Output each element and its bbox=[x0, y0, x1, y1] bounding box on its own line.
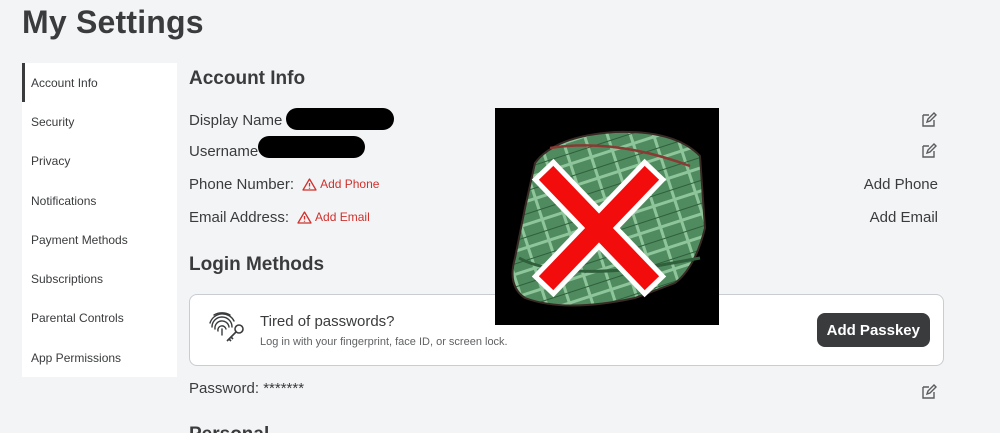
password-row: Password: ******* bbox=[189, 376, 945, 400]
passkey-subtitle: Log in with your fingerprint, face ID, o… bbox=[260, 336, 508, 348]
sidebar-item-privacy[interactable]: Privacy bbox=[22, 142, 177, 181]
hat-with-cross-icon bbox=[511, 130, 707, 307]
edit-icon[interactable] bbox=[921, 143, 937, 159]
password-label: Password: ******* bbox=[189, 379, 305, 397]
username-label: Username bbox=[189, 142, 259, 160]
sidebar-item-app-permissions[interactable]: App Permissions bbox=[22, 338, 177, 377]
warning-icon bbox=[297, 210, 312, 224]
account-info-heading: Account Info bbox=[189, 68, 306, 89]
settings-page: My Settings Account Info Security Privac… bbox=[0, 0, 1000, 433]
edit-icon[interactable] bbox=[921, 112, 937, 128]
sidebar-item-subscriptions[interactable]: Subscriptions bbox=[22, 259, 177, 298]
sidebar-item-security[interactable]: Security bbox=[22, 102, 177, 141]
login-methods-heading: Login Methods bbox=[189, 254, 325, 275]
email-warning[interactable]: Add Email bbox=[297, 210, 370, 224]
fingerprint-key-icon bbox=[209, 312, 244, 342]
phone-warning-text: Add Phone bbox=[320, 177, 380, 191]
add-passkey-button[interactable]: Add Passkey bbox=[816, 313, 930, 347]
redaction-mark bbox=[286, 108, 394, 130]
phone-label: Phone Number: bbox=[189, 175, 295, 193]
settings-sidebar: Account Info Security Privacy Notificati… bbox=[22, 63, 177, 377]
personal-heading: Personal bbox=[189, 424, 269, 433]
phone-warning[interactable]: Add Phone bbox=[302, 177, 379, 191]
warning-icon bbox=[302, 177, 317, 191]
passkey-title: Tired of passwords? bbox=[260, 313, 395, 330]
email-warning-text: Add Email bbox=[315, 210, 370, 224]
sidebar-item-notifications[interactable]: Notifications bbox=[22, 181, 177, 220]
add-email-button[interactable]: Add Email bbox=[870, 209, 938, 226]
redaction-mark bbox=[258, 136, 365, 158]
sidebar-item-account-info[interactable]: Account Info bbox=[22, 63, 177, 103]
sidebar-item-payment-methods[interactable]: Payment Methods bbox=[22, 220, 177, 259]
display-name-label: Display Name bbox=[189, 111, 283, 129]
page-title: My Settings bbox=[22, 4, 204, 40]
edit-icon[interactable] bbox=[921, 384, 937, 400]
hat-item-image bbox=[495, 108, 719, 325]
add-phone-button[interactable]: Add Phone bbox=[864, 176, 938, 193]
email-label: Email Address: bbox=[189, 208, 290, 226]
sidebar-item-parental-controls[interactable]: Parental Controls bbox=[22, 299, 177, 338]
